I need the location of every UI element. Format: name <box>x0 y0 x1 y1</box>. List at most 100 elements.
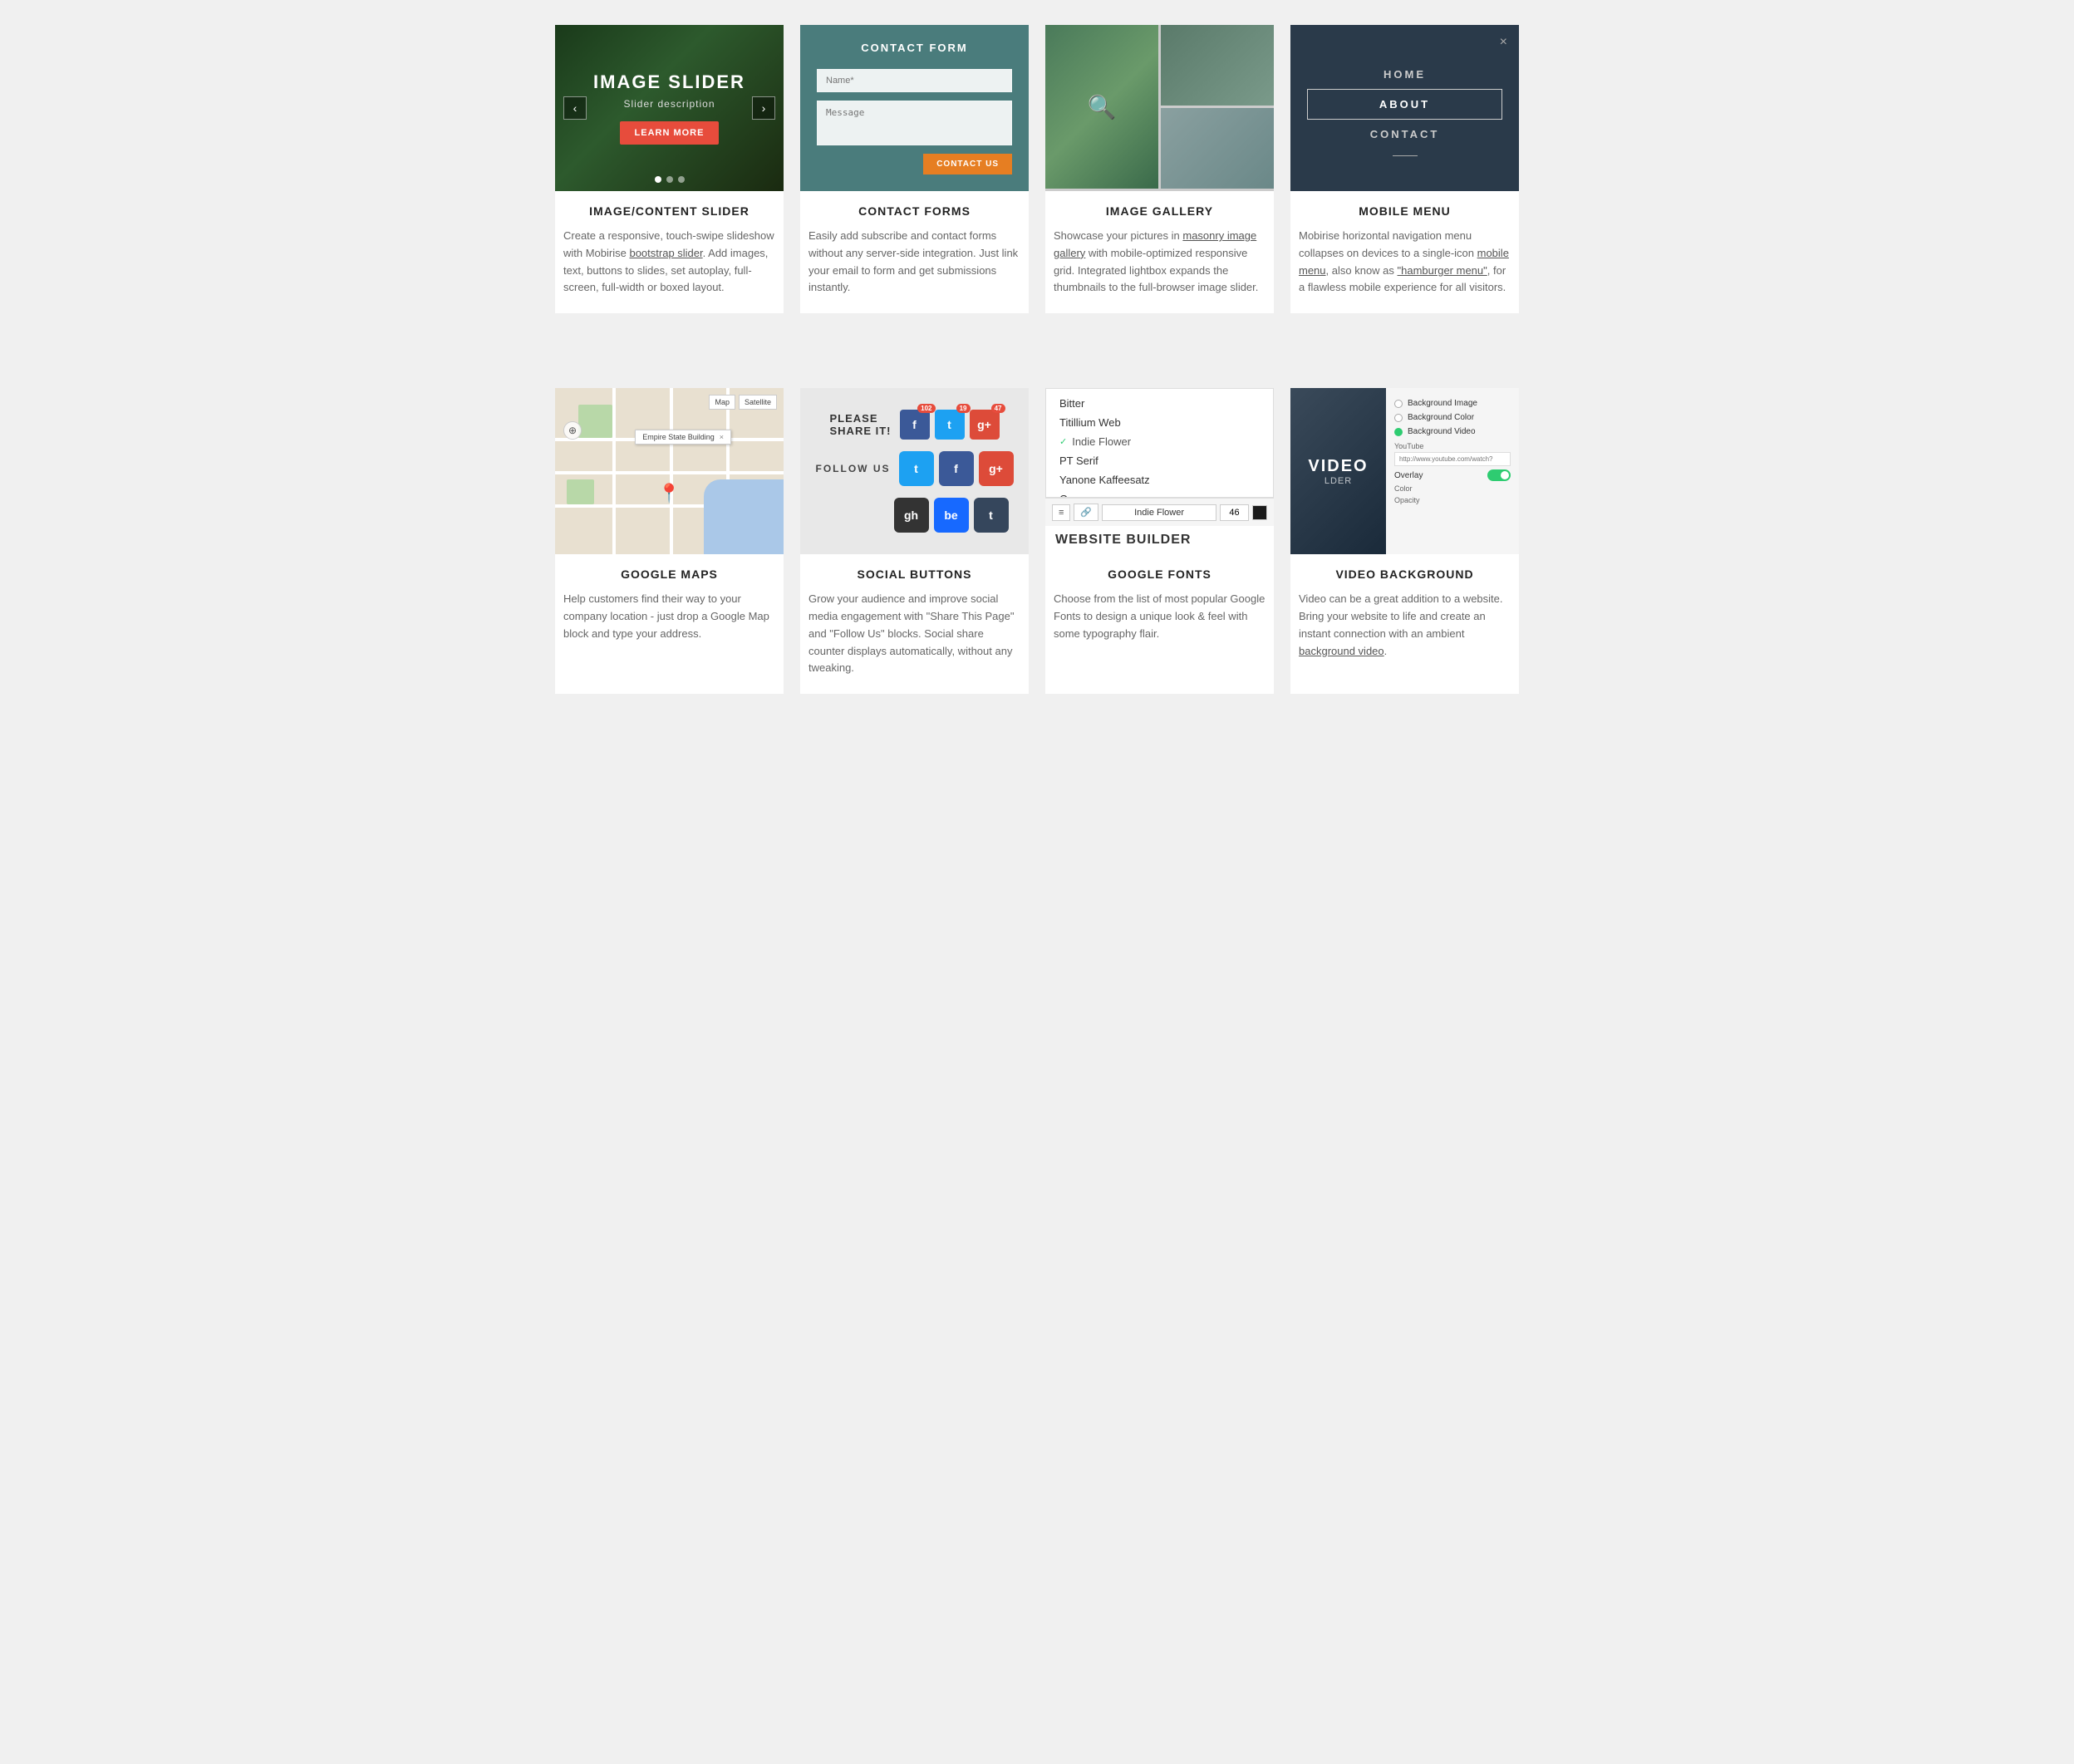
overlay-label: Overlay <box>1394 471 1423 480</box>
slider-dot-3[interactable] <box>678 176 685 183</box>
card-google-maps: Map Satellite ⊕ 📍 Empire State Building … <box>555 388 784 694</box>
mobile-menu-item-about[interactable]: ABOUT <box>1307 89 1502 120</box>
video-subtext: LDER <box>1325 476 1352 486</box>
maps-card-body: GOOGLE MAPS Help customers find their wa… <box>555 554 784 659</box>
video-desc-1: Video can be a great addition to a websi… <box>1299 592 1503 640</box>
gallery-cell-2 <box>1161 25 1274 106</box>
fonts-size-input[interactable] <box>1220 504 1249 521</box>
map-park-2 <box>567 479 594 504</box>
slider-dot-2[interactable] <box>666 176 673 183</box>
maps-preview: Map Satellite ⊕ 📍 Empire State Building <box>555 388 784 554</box>
gallery-cell-1: 🔍 <box>1045 25 1158 189</box>
row-2: Map Satellite ⊕ 📍 Empire State Building … <box>555 388 1519 694</box>
font-item-bitter[interactable]: Bitter <box>1046 394 1273 413</box>
social-googleplus-share[interactable]: g+ 47 <box>970 410 1000 440</box>
social-facebook-share[interactable]: f 102 <box>900 410 930 440</box>
maps-preview-image: Map Satellite ⊕ 📍 Empire State Building <box>555 388 784 554</box>
map-satellite-button[interactable]: Satellite <box>739 395 777 410</box>
social-twitter-follow[interactable]: t <box>899 451 934 486</box>
mobile-menu-link-2[interactable]: "hamburger menu" <box>1398 264 1487 277</box>
gallery-card-title: IMAGE GALLERY <box>1054 204 1266 218</box>
maps-card-text: Help customers find their way to your co… <box>563 591 775 642</box>
card-image-slider: IMAGE SLIDER Slider description LEARN MO… <box>555 25 784 313</box>
card-mobile-menu: × HOME ABOUT CONTACT MOBILE MENU Mobiris… <box>1290 25 1519 313</box>
contact-form-title: CONTACT FORM <box>861 42 967 54</box>
twitter-follow-icon: t <box>914 462 918 475</box>
video-option-video[interactable]: Background Video <box>1394 425 1511 439</box>
mobile-menu-item-contact[interactable]: CONTACT <box>1307 120 1502 149</box>
radio-color-icon[interactable] <box>1394 414 1403 422</box>
fonts-align-left-button[interactable]: ≡ <box>1052 504 1070 521</box>
slider-card-text: Create a responsive, touch-swipe slidesh… <box>563 228 775 297</box>
slider-preview-image: IMAGE SLIDER Slider description LEARN MO… <box>555 25 784 191</box>
map-park-1 <box>578 405 612 438</box>
font-item-oxygen[interactable]: Oxygen <box>1046 489 1273 498</box>
radio-video-icon[interactable] <box>1394 428 1403 436</box>
video-option-color[interactable]: Background Color <box>1394 410 1511 425</box>
mobile-menu-divider <box>1393 155 1418 156</box>
mobile-menu-card-text: Mobirise horizontal navigation menu coll… <box>1299 228 1511 297</box>
video-youtube-label: YouTube <box>1394 442 1511 450</box>
font-item-indie[interactable]: Indie Flower <box>1046 432 1273 451</box>
map-label: Empire State Building <box>635 430 731 445</box>
card-image-gallery: 🔍 IMAGE GALLERY Showcase your pictures i… <box>1045 25 1274 313</box>
fonts-preview: Bitter Titillium Web Indie Flower PT Ser… <box>1045 388 1274 554</box>
fonts-main-text: WEBSITE BUILDER <box>1045 526 1274 554</box>
fonts-link-button[interactable]: 🔗 <box>1074 504 1098 521</box>
video-options-panel: Background Image Background Color Backgr… <box>1386 388 1519 554</box>
overlay-toggle-row: Overlay <box>1394 469 1511 481</box>
mobile-menu-card-body: MOBILE MENU Mobirise horizontal navigati… <box>1290 191 1519 313</box>
contact-submit-button[interactable]: CONTACT US <box>923 154 1012 174</box>
contact-name-input[interactable] <box>817 69 1012 92</box>
social-github-follow[interactable]: gh <box>894 498 929 533</box>
video-url-input[interactable] <box>1394 452 1511 466</box>
card-social-buttons: PLEASESHARE IT! f 102 t 19 g+ <box>800 388 1029 694</box>
slider-next-button[interactable]: › <box>752 96 775 120</box>
slider-card-title: IMAGE/CONTENT SLIDER <box>563 204 775 218</box>
fonts-card-body: GOOGLE FONTS Choose from the list of mos… <box>1045 554 1274 659</box>
font-item-titillium[interactable]: Titillium Web <box>1046 413 1273 432</box>
radio-image-icon[interactable] <box>1394 400 1403 408</box>
video-preview-left: VIDEO LDER <box>1290 388 1386 554</box>
video-option-image[interactable]: Background Image <box>1394 396 1511 410</box>
map-map-button[interactable]: Map <box>709 395 735 410</box>
social-share-icons: f 102 t 19 g+ 47 <box>900 410 1000 440</box>
fonts-card-title: GOOGLE FONTS <box>1054 568 1266 581</box>
twitter-count: 19 <box>956 404 971 413</box>
social-share-label: PLEASESHARE IT! <box>830 412 892 437</box>
mobile-close-icon[interactable]: × <box>1500 35 1507 50</box>
fonts-color-swatch[interactable] <box>1252 505 1267 520</box>
social-tumblr-follow[interactable]: t <box>974 498 1009 533</box>
font-item-yanone[interactable]: Yanone Kaffeesatz <box>1046 470 1273 489</box>
github-icon: gh <box>904 509 918 522</box>
slider-dot-1[interactable] <box>655 176 661 183</box>
slider-desc: Slider description <box>593 98 745 110</box>
slider-learn-more-button[interactable]: LEARN MORE <box>620 121 720 145</box>
slider-prev-button[interactable]: ‹ <box>563 96 587 120</box>
social-behance-follow[interactable]: be <box>934 498 969 533</box>
fonts-card-text: Choose from the list of most popular Goo… <box>1054 591 1266 642</box>
social-twitter-share[interactable]: t 19 <box>935 410 965 440</box>
fonts-toolbar: ≡ 🔗 Indie Flower <box>1045 498 1274 526</box>
social-facebook-follow[interactable]: f <box>939 451 974 486</box>
contact-message-input[interactable] <box>817 101 1012 145</box>
social-googleplus-follow[interactable]: g+ <box>979 451 1014 486</box>
slider-link-1[interactable]: bootstrap slider <box>629 247 702 259</box>
mobile-menu-card-title: MOBILE MENU <box>1299 204 1511 218</box>
gallery-card-text: Showcase your pictures in masonry image … <box>1054 228 1266 297</box>
video-option-video-label: Background Video <box>1408 427 1476 436</box>
font-item-pt-serif[interactable]: PT Serif <box>1046 451 1273 470</box>
maps-card-title: GOOGLE MAPS <box>563 568 775 581</box>
googleplus-follow-icon: g+ <box>989 462 1003 475</box>
mobile-menu-item-home[interactable]: HOME <box>1307 60 1502 89</box>
gallery-preview-image: 🔍 <box>1045 25 1274 191</box>
slider-content: IMAGE SLIDER Slider description LEARN MO… <box>593 71 745 145</box>
overlay-toggle[interactable] <box>1487 469 1511 481</box>
video-option-image-label: Background Image <box>1408 399 1477 408</box>
video-card-body: VIDEO BACKGROUND Video can be a great ad… <box>1290 554 1519 676</box>
video-link-1[interactable]: background video <box>1299 645 1384 657</box>
contact-card-body: CONTACT FORMS Easily add subscribe and c… <box>800 191 1029 313</box>
facebook-icon: f <box>912 418 917 431</box>
video-desc-2: . <box>1384 645 1388 657</box>
slider-preview: IMAGE SLIDER Slider description LEARN MO… <box>555 25 784 191</box>
